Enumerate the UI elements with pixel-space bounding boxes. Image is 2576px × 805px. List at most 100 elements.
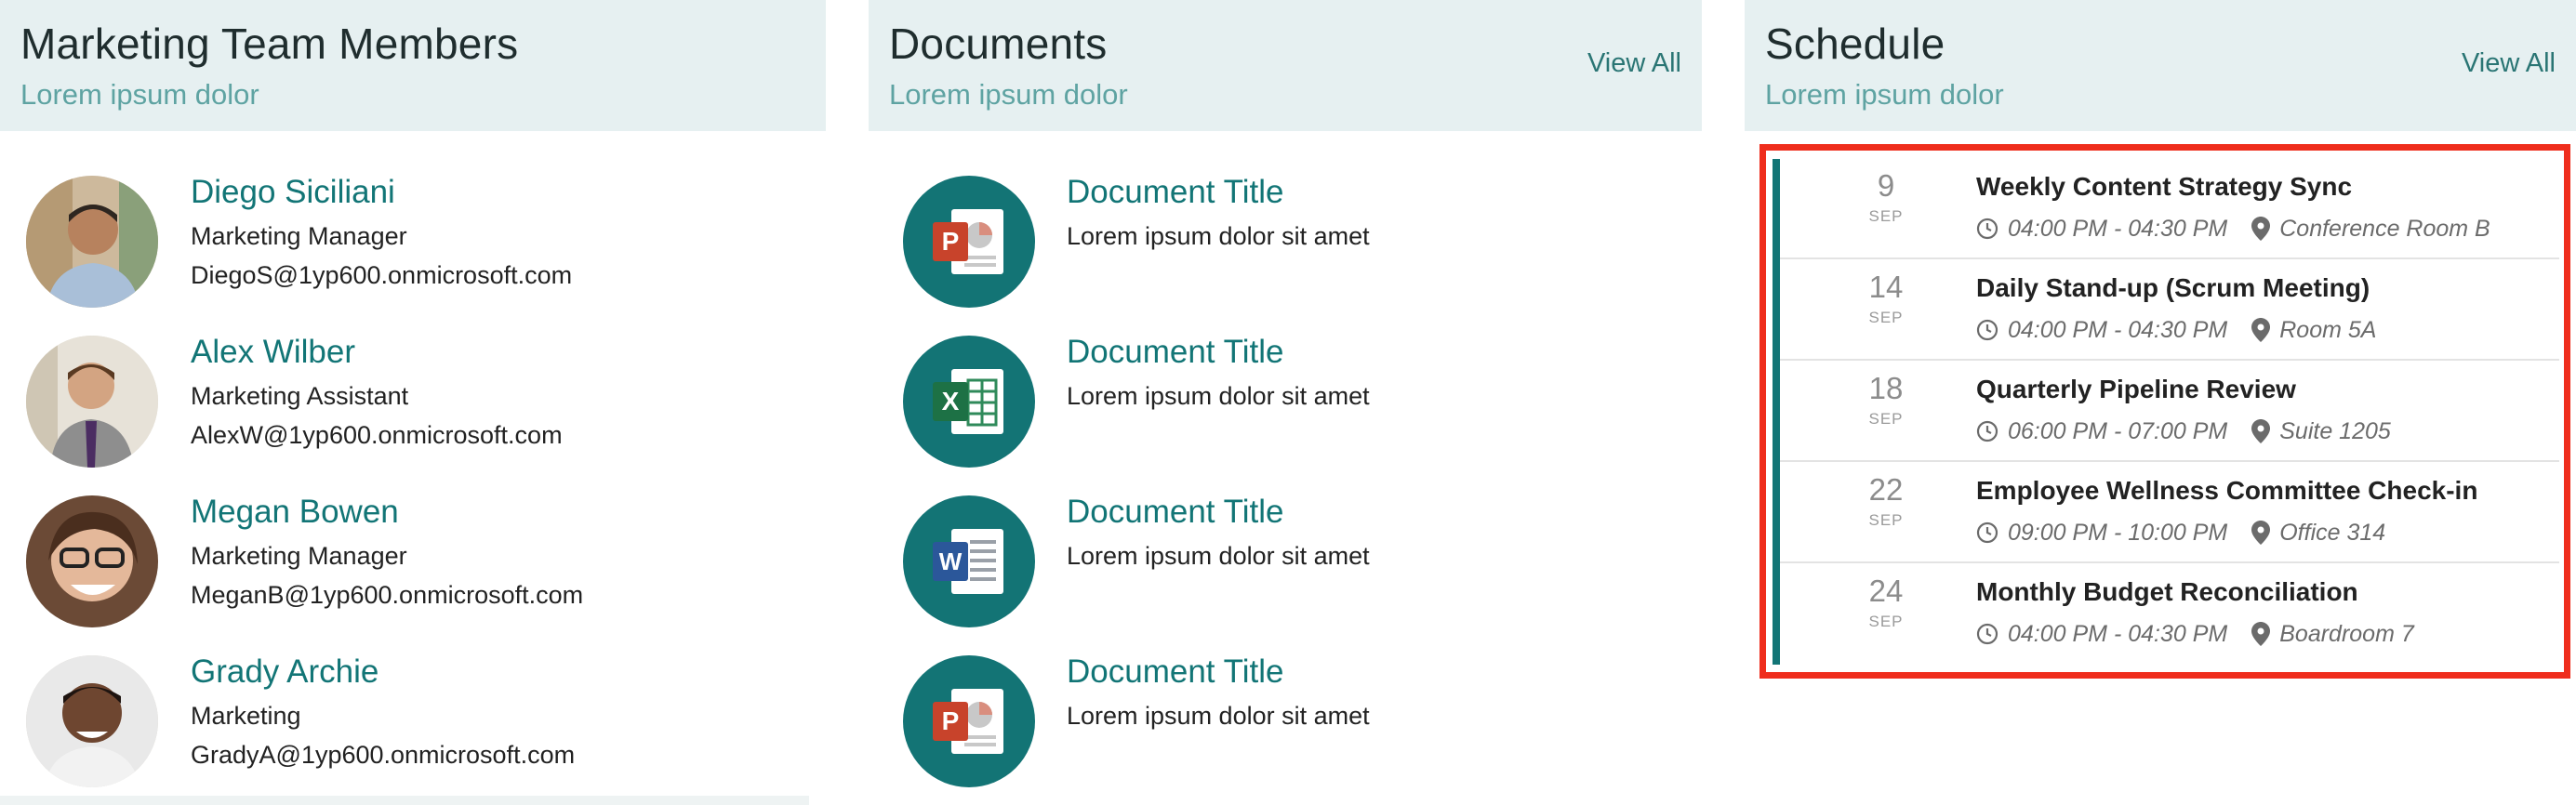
svg-text:P: P xyxy=(942,227,960,256)
location-pin-icon xyxy=(2251,622,2271,646)
event-item[interactable]: 24 SEP Monthly Budget Reconciliation 04:… xyxy=(1780,564,2559,665)
document-title[interactable]: Document Title xyxy=(1067,494,1283,531)
schedule-panel: Schedule Lorem ipsum dolor View All 9 SE… xyxy=(1745,0,2576,805)
document-description: Lorem ipsum dolor sit amet xyxy=(1067,702,1370,730)
svg-text:W: W xyxy=(939,548,963,575)
documents-panel-title: Documents xyxy=(889,20,1108,68)
schedule-panel-title: Schedule xyxy=(1765,20,1945,68)
member-role: Marketing Manager xyxy=(191,222,407,250)
documents-view-all-link[interactable]: View All xyxy=(1587,48,1681,79)
location-pin-icon xyxy=(2251,521,2271,545)
member-role: Marketing xyxy=(191,702,301,730)
event-month: SEP xyxy=(1868,613,1904,630)
members-panel-title: Marketing Team Members xyxy=(20,20,519,68)
schedule-panel-subtitle: Lorem ipsum dolor xyxy=(1765,78,2004,111)
event-title: Quarterly Pipeline Review xyxy=(1976,375,2296,403)
member-name[interactable]: Grady Archie xyxy=(191,653,378,691)
event-title: Employee Wellness Committee Check-in xyxy=(1976,476,2478,505)
member-email: DiegoS@1yp600.onmicrosoft.com xyxy=(191,261,573,289)
document-title[interactable]: Document Title xyxy=(1067,653,1283,691)
excel-icon[interactable]: X xyxy=(903,336,1035,468)
event-day: 18 xyxy=(1868,371,1904,405)
document-item: P Document Title Lorem ipsum dolor sit a… xyxy=(869,644,1702,804)
event-day: 22 xyxy=(1868,472,1904,507)
event-day: 14 xyxy=(1868,270,1904,304)
schedule-accent-bar xyxy=(1773,159,1780,665)
clock-icon xyxy=(1976,218,1998,240)
event-location: Room 5A xyxy=(2279,316,2377,343)
event-time: 04:00 PM - 04:30 PM xyxy=(2008,316,2228,343)
clock-icon xyxy=(1976,420,1998,442)
event-item[interactable]: 22 SEP Employee Wellness Committee Check… xyxy=(1780,463,2559,563)
schedule-view-all-link[interactable]: View All xyxy=(2462,48,2556,79)
svg-text:P: P xyxy=(942,706,960,735)
member-item: Diego Siciliani Marketing Manager DiegoS… xyxy=(0,165,826,324)
event-month: SEP xyxy=(1868,309,1904,326)
member-email: AlexW@1yp600.onmicrosoft.com xyxy=(191,421,563,449)
document-title[interactable]: Document Title xyxy=(1067,174,1283,211)
document-description: Lorem ipsum dolor sit amet xyxy=(1067,542,1370,570)
document-item: X Document Title Lorem ipsum dolor sit a… xyxy=(869,324,1702,484)
member-role: Marketing Manager xyxy=(191,542,407,570)
event-title: Monthly Budget Reconciliation xyxy=(1976,577,2358,606)
member-item: Grady Archie Marketing GradyA@1yp600.onm… xyxy=(0,644,826,804)
event-time: 09:00 PM - 10:00 PM xyxy=(2008,519,2228,546)
location-pin-icon xyxy=(2251,217,2271,241)
clock-icon xyxy=(1976,521,1998,544)
document-item: W Document Title Lorem ipsum dolor sit a… xyxy=(869,484,1702,644)
member-item: Alex Wilber Marketing Assistant AlexW@1y… xyxy=(0,324,826,484)
documents-panel-subtitle: Lorem ipsum dolor xyxy=(889,78,1128,111)
member-email: MeganB@1yp600.onmicrosoft.com xyxy=(191,581,584,609)
event-meta: 06:00 PM - 07:00 PM Suite 1205 xyxy=(1976,417,2391,445)
schedule-panel-header: Schedule Lorem ipsum dolor View All xyxy=(1745,0,2576,131)
member-item: Megan Bowen Marketing Manager MeganB@1yp… xyxy=(0,484,826,644)
event-month: SEP xyxy=(1868,410,1904,428)
list-bottom-divider xyxy=(0,796,809,805)
event-month: SEP xyxy=(1868,207,1904,225)
members-panel-subtitle: Lorem ipsum dolor xyxy=(20,78,259,111)
event-day: 9 xyxy=(1877,168,1895,203)
avatar[interactable] xyxy=(26,655,158,787)
event-title: Daily Stand-up (Scrum Meeting) xyxy=(1976,273,2370,302)
documents-panel: Documents Lorem ipsum dolor View All P D… xyxy=(869,0,1702,805)
event-location: Suite 1205 xyxy=(2279,417,2391,444)
event-meta: 04:00 PM - 04:30 PM Room 5A xyxy=(1976,316,2376,344)
member-email: GradyA@1yp600.onmicrosoft.com xyxy=(191,741,576,769)
event-location: Conference Room B xyxy=(2279,215,2490,242)
documents-panel-header: Documents Lorem ipsum dolor View All xyxy=(869,0,1702,131)
event-month: SEP xyxy=(1868,511,1904,529)
document-title[interactable]: Document Title xyxy=(1067,334,1283,371)
clock-icon xyxy=(1976,623,1998,645)
member-name[interactable]: Diego Siciliani xyxy=(191,174,395,211)
event-location: Boardroom 7 xyxy=(2279,620,2414,647)
document-item: P Document Title Lorem ipsum dolor sit a… xyxy=(869,165,1702,324)
event-day: 24 xyxy=(1868,574,1904,608)
clock-icon xyxy=(1976,319,1998,341)
event-meta: 04:00 PM - 04:30 PM Boardroom 7 xyxy=(1976,620,2414,648)
location-pin-icon xyxy=(2251,419,2271,443)
powerpoint-icon[interactable]: P xyxy=(903,176,1035,308)
event-time: 04:00 PM - 04:30 PM xyxy=(2008,620,2228,647)
powerpoint-icon[interactable]: P xyxy=(903,655,1035,787)
event-item[interactable]: 14 SEP Daily Stand-up (Scrum Meeting) 04… xyxy=(1780,260,2559,361)
member-name[interactable]: Alex Wilber xyxy=(191,334,355,371)
event-location: Office 314 xyxy=(2279,519,2386,546)
avatar[interactable] xyxy=(26,336,158,468)
members-panel: Marketing Team Members Lorem ipsum dolor… xyxy=(0,0,826,805)
avatar[interactable] xyxy=(26,176,158,308)
event-item[interactable]: 18 SEP Quarterly Pipeline Review 06:00 P… xyxy=(1780,362,2559,462)
member-name[interactable]: Megan Bowen xyxy=(191,494,399,531)
svg-text:X: X xyxy=(942,387,960,416)
event-time: 06:00 PM - 07:00 PM xyxy=(2008,417,2228,444)
location-pin-icon xyxy=(2251,318,2271,342)
document-description: Lorem ipsum dolor sit amet xyxy=(1067,382,1370,410)
event-time: 04:00 PM - 04:30 PM xyxy=(2008,215,2228,242)
avatar[interactable] xyxy=(26,495,158,627)
event-meta: 09:00 PM - 10:00 PM Office 314 xyxy=(1976,519,2385,547)
event-meta: 04:00 PM - 04:30 PM Conference Room B xyxy=(1976,215,2490,243)
event-item[interactable]: 9 SEP Weekly Content Strategy Sync 04:00… xyxy=(1780,159,2559,259)
document-description: Lorem ipsum dolor sit amet xyxy=(1067,222,1370,250)
word-icon[interactable]: W xyxy=(903,495,1035,627)
event-title: Weekly Content Strategy Sync xyxy=(1976,172,2353,201)
members-panel-header: Marketing Team Members Lorem ipsum dolor xyxy=(0,0,826,131)
